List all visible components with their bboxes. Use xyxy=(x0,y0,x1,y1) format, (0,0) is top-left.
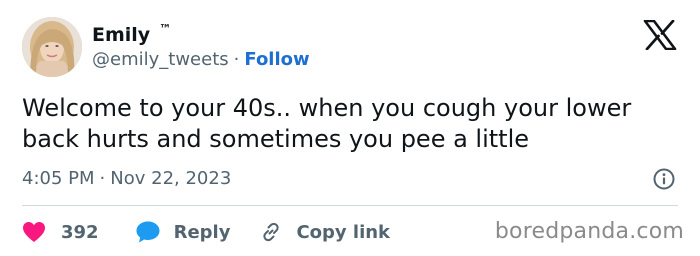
reply-label: Reply xyxy=(173,221,231,243)
copy-link-button[interactable]: Copy link xyxy=(260,221,390,243)
heart-icon xyxy=(23,222,45,242)
tweet-card: Emily ™ @emily_tweets · Follow Welcome to … xyxy=(0,0,700,256)
watermark: boredpanda.com xyxy=(494,219,684,244)
link-icon xyxy=(263,222,280,242)
tweet-timestamp[interactable]: 4:05 PM · Nov 22, 2023 xyxy=(22,168,231,189)
author-handle[interactable]: @emily_tweets xyxy=(92,49,229,70)
tweet-actions: 392 Reply Copy link xyxy=(22,219,390,245)
x-logo-icon[interactable] xyxy=(643,20,677,50)
tweet-time: 4:05 PM xyxy=(22,168,95,189)
follow-button[interactable]: Follow xyxy=(244,49,309,70)
trademark-badge: ™ xyxy=(159,22,172,36)
divider xyxy=(22,205,678,206)
tweet-text: Welcome to your 40s.. when you cough you… xyxy=(22,94,632,153)
avatar[interactable] xyxy=(22,17,82,77)
like-button[interactable]: 392 xyxy=(22,221,99,243)
info-icon[interactable] xyxy=(652,167,676,191)
separator-dot: · xyxy=(233,49,240,70)
separator-dot: · xyxy=(99,168,106,189)
like-count: 392 xyxy=(61,221,99,243)
author-name-row: Emily ™ xyxy=(92,22,172,50)
author-display-name[interactable]: Emily xyxy=(92,24,150,46)
speech-bubble-icon xyxy=(136,221,160,243)
copy-link-label: Copy link xyxy=(296,221,391,243)
tweet-date: Nov 22, 2023 xyxy=(110,168,232,189)
author-handle-row: @emily_tweets · Follow xyxy=(92,49,310,70)
reply-button[interactable]: Reply xyxy=(135,220,231,244)
